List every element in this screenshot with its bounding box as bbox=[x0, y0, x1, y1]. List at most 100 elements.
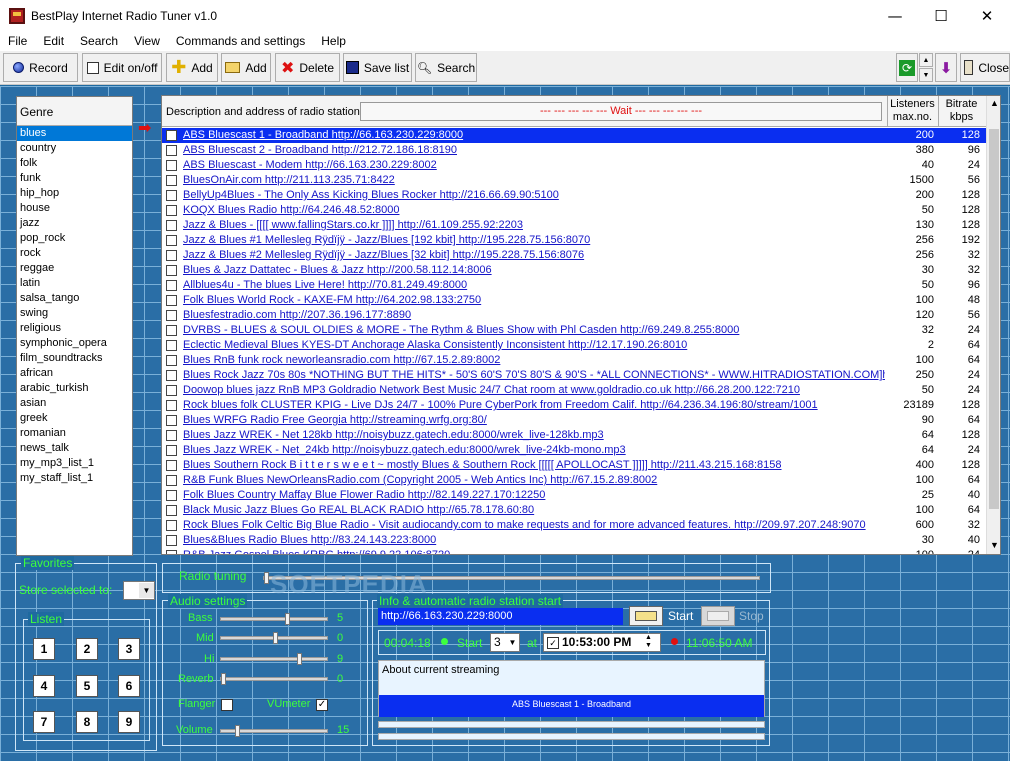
genre-item[interactable]: romanian bbox=[17, 426, 132, 441]
station-row[interactable]: Rock Blues Folk Celtic Big Blue Radio - … bbox=[162, 518, 986, 533]
station-checkbox[interactable] bbox=[166, 370, 177, 381]
station-checkbox[interactable] bbox=[166, 265, 177, 276]
station-scrollbar[interactable]: ▲ ▼ bbox=[986, 96, 1000, 554]
spin-up-button[interactable]: ▲ bbox=[919, 53, 933, 67]
station-link[interactable]: Rock blues folk CLUSTER KPIG - Live DJs … bbox=[183, 398, 885, 413]
station-link[interactable]: Blues & Jazz Dattatec - Blues & Jazz htt… bbox=[183, 263, 885, 278]
fav-button-5[interactable]: 5 bbox=[76, 675, 98, 697]
reverb-thumb[interactable] bbox=[221, 673, 226, 685]
flanger-checkbox[interactable] bbox=[221, 699, 233, 711]
station-checkbox[interactable] bbox=[166, 160, 177, 171]
volume-slider[interactable] bbox=[220, 725, 328, 737]
station-link[interactable]: Jazz & Blues - [[[[ www.fallingStars.co.… bbox=[183, 218, 885, 233]
station-checkbox[interactable] bbox=[166, 205, 177, 216]
menu-file[interactable]: File bbox=[0, 34, 35, 48]
station-row[interactable]: Folk Blues World Rock - KAXE-FM http://6… bbox=[162, 293, 986, 308]
add-folder-button[interactable]: Add bbox=[221, 53, 271, 82]
add-station-button[interactable]: ✚ Add bbox=[166, 53, 218, 82]
station-checkbox[interactable] bbox=[166, 250, 177, 261]
station-link[interactable]: R&B Funk Blues NewOrleansRadio.com (Copy… bbox=[183, 473, 885, 488]
station-link[interactable]: Eclectic Medieval Blues KYES-DT Anchorag… bbox=[183, 338, 885, 353]
genre-item[interactable]: my_mp3_list_1 bbox=[17, 456, 132, 471]
move-down-button[interactable]: ⬇ bbox=[935, 53, 957, 82]
close-app-button[interactable]: Close bbox=[960, 53, 1010, 82]
station-checkbox[interactable] bbox=[166, 145, 177, 156]
genre-item[interactable]: country bbox=[17, 141, 132, 156]
station-link[interactable]: DVRBS - BLUES & SOUL OLDIES & MORE - The… bbox=[183, 323, 885, 338]
station-row[interactable]: ABS Bluescast 2 - Broadband http://212.7… bbox=[162, 143, 986, 158]
genre-item[interactable]: jazz bbox=[17, 216, 132, 231]
genre-item[interactable]: pop_rock bbox=[17, 231, 132, 246]
hi-thumb[interactable] bbox=[297, 653, 302, 665]
station-row[interactable]: Bluesfestradio.com http://207.36.196.177… bbox=[162, 308, 986, 323]
station-row[interactable]: BellyUp4Blues - The Only Ass Kicking Blu… bbox=[162, 188, 986, 203]
station-row[interactable]: Folk Blues Country Maffay Blue Flower Ra… bbox=[162, 488, 986, 503]
genre-item[interactable]: blues bbox=[17, 126, 132, 141]
save-list-button[interactable]: Save list bbox=[343, 53, 412, 82]
station-link[interactable]: Blues WRFG Radio Free Georgia http://str… bbox=[183, 413, 885, 428]
station-checkbox[interactable] bbox=[166, 490, 177, 501]
station-link[interactable]: ABS Bluescast - Modem http://66.163.230.… bbox=[183, 158, 885, 173]
genre-item[interactable]: arabic_turkish bbox=[17, 381, 132, 396]
stop-icon-button[interactable] bbox=[701, 606, 735, 626]
genre-item[interactable]: news_talk bbox=[17, 441, 132, 456]
station-row[interactable]: ABS Bluescast 1 - Broadband http://66.16… bbox=[162, 128, 986, 143]
genre-item[interactable]: african bbox=[17, 366, 132, 381]
scroll-thumb[interactable] bbox=[989, 129, 999, 509]
station-link[interactable]: Jazz & Blues #2 Mellesleg Rÿdïjÿ - Jazz/… bbox=[183, 248, 885, 263]
station-link[interactable]: Blues&Blues Radio Blues http://83.24.143… bbox=[183, 533, 885, 548]
edit-checkbox[interactable] bbox=[86, 61, 99, 74]
station-link[interactable]: Blues Rock Jazz 70s 80s *NOTHING BUT THE… bbox=[183, 368, 885, 383]
station-link[interactable]: R&B Jazz Gospel Blues KRBG http://69.9.2… bbox=[183, 548, 885, 554]
start-button[interactable]: Start bbox=[668, 609, 693, 623]
genre-item[interactable]: swing bbox=[17, 306, 132, 321]
station-checkbox[interactable] bbox=[166, 430, 177, 441]
station-link[interactable]: Doowop blues jazz RnB MP3 Goldradio Netw… bbox=[183, 383, 885, 398]
close-window-button[interactable]: ✕ bbox=[964, 0, 1010, 31]
reverb-slider[interactable] bbox=[220, 673, 328, 685]
scroll-up-icon[interactable]: ▲ bbox=[990, 98, 999, 108]
fav-button-9[interactable]: 9 bbox=[118, 711, 140, 733]
station-link[interactable]: BluesOnAir.com http://211.113.235.71:842… bbox=[183, 173, 885, 188]
fav-button-4[interactable]: 4 bbox=[33, 675, 55, 697]
record-button[interactable]: Record bbox=[3, 53, 78, 82]
station-checkbox[interactable] bbox=[166, 415, 177, 426]
hi-slider[interactable] bbox=[220, 653, 328, 665]
station-row[interactable]: R&B Funk Blues NewOrleansRadio.com (Copy… bbox=[162, 473, 986, 488]
fav-button-7[interactable]: 7 bbox=[33, 711, 55, 733]
station-checkbox[interactable] bbox=[166, 340, 177, 351]
station-link[interactable]: Jazz & Blues #1 Mellesleg Rÿdïjÿ - Jazz/… bbox=[183, 233, 885, 248]
play-icon-button[interactable] bbox=[629, 606, 663, 626]
radio-tuning-thumb[interactable] bbox=[264, 572, 269, 584]
station-row[interactable]: R&B Jazz Gospel Blues KRBG http://69.9.2… bbox=[162, 548, 986, 554]
station-checkbox[interactable] bbox=[166, 325, 177, 336]
genre-item[interactable]: house bbox=[17, 201, 132, 216]
stop-button[interactable]: Stop bbox=[739, 609, 764, 623]
station-row[interactable]: Blues Southern Rock B i t t e r s w e e … bbox=[162, 458, 986, 473]
station-checkbox[interactable] bbox=[166, 310, 177, 321]
station-link[interactable]: ABS Bluescast 1 - Broadband http://66.16… bbox=[183, 128, 885, 143]
station-link[interactable]: Allblues4u - The blues Live Here! http:/… bbox=[183, 278, 885, 293]
minimize-button[interactable]: — bbox=[872, 0, 918, 31]
station-row[interactable]: Jazz & Blues #2 Mellesleg Rÿdïjÿ - Jazz/… bbox=[162, 248, 986, 263]
station-row[interactable]: Black Music Jazz Blues Go REAL BLACK RAD… bbox=[162, 503, 986, 518]
station-link[interactable]: Bluesfestradio.com http://207.36.196.177… bbox=[183, 308, 885, 323]
station-row[interactable]: KOQX Blues Radio http://64.246.48.52:800… bbox=[162, 203, 986, 218]
station-checkbox[interactable] bbox=[166, 175, 177, 186]
station-row[interactable]: Eclectic Medieval Blues KYES-DT Anchorag… bbox=[162, 338, 986, 353]
refresh-button[interactable]: ⟳ bbox=[896, 53, 918, 82]
volume-thumb[interactable] bbox=[235, 725, 240, 737]
vumeter-checkbox[interactable]: ✓ bbox=[316, 699, 328, 711]
station-link[interactable]: BellyUp4Blues - The Only Ass Kicking Blu… bbox=[183, 188, 885, 203]
menu-edit[interactable]: Edit bbox=[35, 34, 72, 48]
store-slot-select[interactable]: ▼ bbox=[123, 581, 155, 600]
station-row[interactable]: Blues RnB funk rock neworleansradio.com … bbox=[162, 353, 986, 368]
station-link[interactable]: Black Music Jazz Blues Go REAL BLACK RAD… bbox=[183, 503, 885, 518]
station-checkbox[interactable] bbox=[166, 130, 177, 141]
menu-commands-settings[interactable]: Commands and settings bbox=[168, 34, 313, 48]
station-checkbox[interactable] bbox=[166, 550, 177, 554]
menu-search[interactable]: Search bbox=[72, 34, 126, 48]
station-checkbox[interactable] bbox=[166, 520, 177, 531]
station-row[interactable]: Blues&Blues Radio Blues http://83.24.143… bbox=[162, 533, 986, 548]
station-row[interactable]: Allblues4u - The blues Live Here! http:/… bbox=[162, 278, 986, 293]
